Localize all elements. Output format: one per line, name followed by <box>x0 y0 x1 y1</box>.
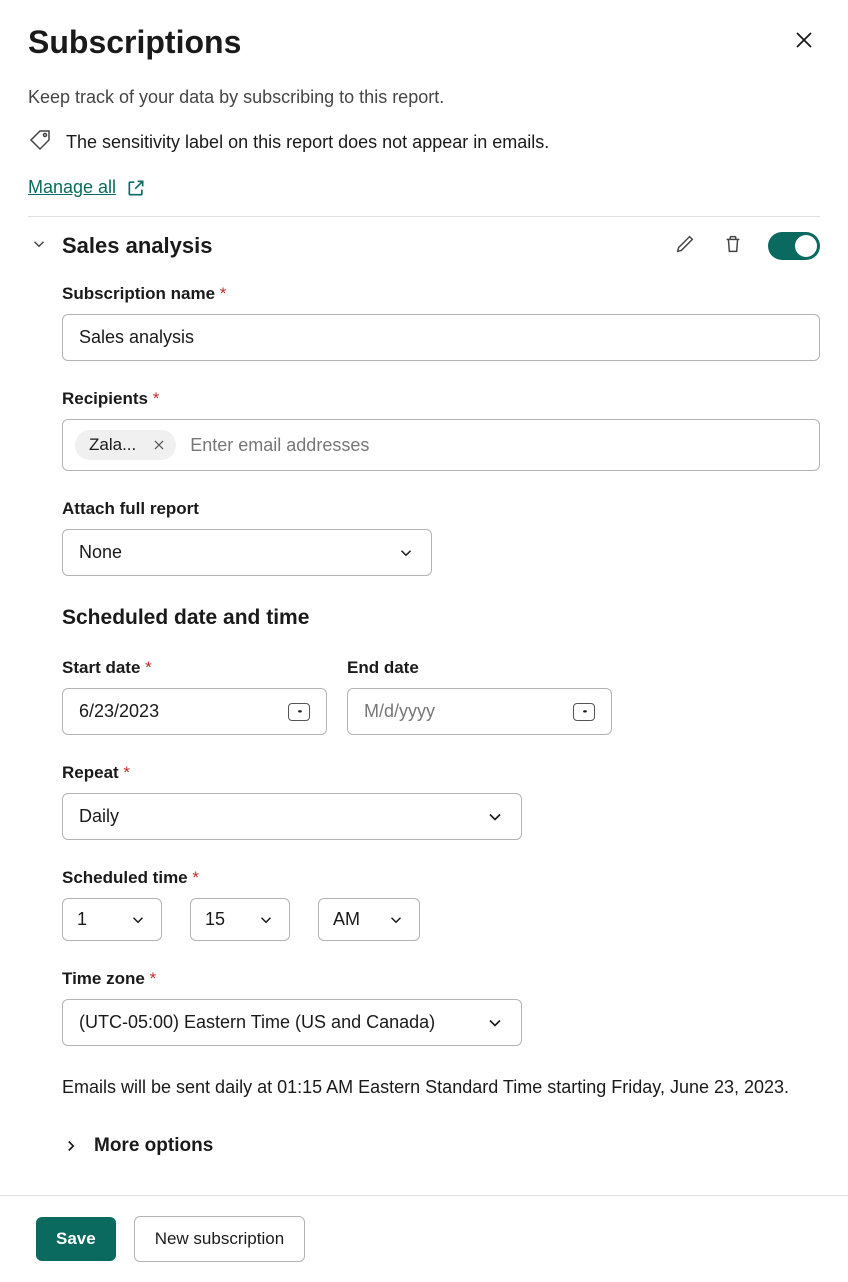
subscription-name-label: Subscription name * <box>62 284 820 304</box>
external-link-icon <box>126 178 146 198</box>
page-subtitle: Keep track of your data by subscribing t… <box>28 87 820 108</box>
scheduled-time-label: Scheduled time * <box>62 868 820 888</box>
minute-value: 15 <box>205 909 225 930</box>
chevron-down-icon <box>30 235 48 253</box>
save-button[interactable]: Save <box>36 1217 116 1261</box>
attach-label: Attach full report <box>62 499 820 519</box>
schedule-heading: Scheduled date and time <box>62 606 820 630</box>
chevron-down-icon <box>485 1013 505 1033</box>
tag-icon <box>28 128 52 157</box>
collapse-toggle[interactable] <box>28 233 50 259</box>
start-date-label: Start date * <box>62 658 327 678</box>
minute-select[interactable]: 15 <box>190 898 290 941</box>
chevron-down-icon <box>387 911 405 929</box>
new-subscription-button[interactable]: New subscription <box>134 1216 305 1262</box>
ampm-value: AM <box>333 909 360 930</box>
schedule-summary: Emails will be sent daily at 01:15 AM Ea… <box>62 1074 820 1101</box>
chevron-down-icon <box>485 807 505 827</box>
chevron-right-icon <box>62 1137 80 1155</box>
remove-recipient-button[interactable] <box>152 438 166 452</box>
end-date-label: End date <box>347 658 612 678</box>
more-options-toggle[interactable]: More options <box>62 1135 213 1157</box>
recipients-label: Recipients * <box>62 389 820 409</box>
pencil-icon <box>674 233 696 255</box>
end-date-placeholder: M/d/yyyy <box>364 701 435 722</box>
close-icon <box>792 28 816 52</box>
page-title: Subscriptions <box>28 24 241 61</box>
calendar-icon: ••• <box>573 703 595 721</box>
repeat-value: Daily <box>79 806 119 827</box>
footer: Save New subscription <box>0 1195 848 1282</box>
close-button[interactable] <box>788 24 820 59</box>
close-icon <box>152 438 166 452</box>
trash-icon <box>722 233 744 255</box>
enable-toggle[interactable] <box>768 232 820 260</box>
chevron-down-icon <box>397 544 415 562</box>
manage-all-label: Manage all <box>28 177 116 198</box>
ampm-select[interactable]: AM <box>318 898 420 941</box>
recipient-chip: Zala... <box>75 430 176 460</box>
manage-all-link[interactable]: Manage all <box>28 177 146 198</box>
repeat-select[interactable]: Daily <box>62 793 522 840</box>
chevron-down-icon <box>129 911 147 929</box>
subscription-title: Sales analysis <box>62 233 212 259</box>
subscription-header-row: Sales analysis <box>28 217 820 274</box>
start-date-value: 6/23/2023 <box>79 701 159 722</box>
timezone-label: Time zone * <box>62 969 820 989</box>
recipients-input-container[interactable]: Zala... <box>62 419 820 471</box>
repeat-label: Repeat * <box>62 763 820 783</box>
recipients-input[interactable] <box>190 435 807 456</box>
start-date-input[interactable]: 6/23/2023 ••• <box>62 688 327 735</box>
timezone-select[interactable]: (UTC-05:00) Eastern Time (US and Canada) <box>62 999 522 1046</box>
hour-select[interactable]: 1 <box>62 898 162 941</box>
chevron-down-icon <box>257 911 275 929</box>
subscription-name-input[interactable] <box>62 314 820 361</box>
sensitivity-note: The sensitivity label on this report doe… <box>66 132 549 153</box>
calendar-icon: ••• <box>288 703 310 721</box>
recipient-chip-label: Zala... <box>89 435 136 455</box>
attach-value: None <box>79 542 122 563</box>
hour-value: 1 <box>77 909 87 930</box>
more-options-label: More options <box>94 1135 213 1157</box>
edit-button[interactable] <box>672 231 698 260</box>
delete-button[interactable] <box>720 231 746 260</box>
timezone-value: (UTC-05:00) Eastern Time (US and Canada) <box>79 1012 435 1033</box>
end-date-input[interactable]: M/d/yyyy ••• <box>347 688 612 735</box>
attach-select[interactable]: None <box>62 529 432 576</box>
